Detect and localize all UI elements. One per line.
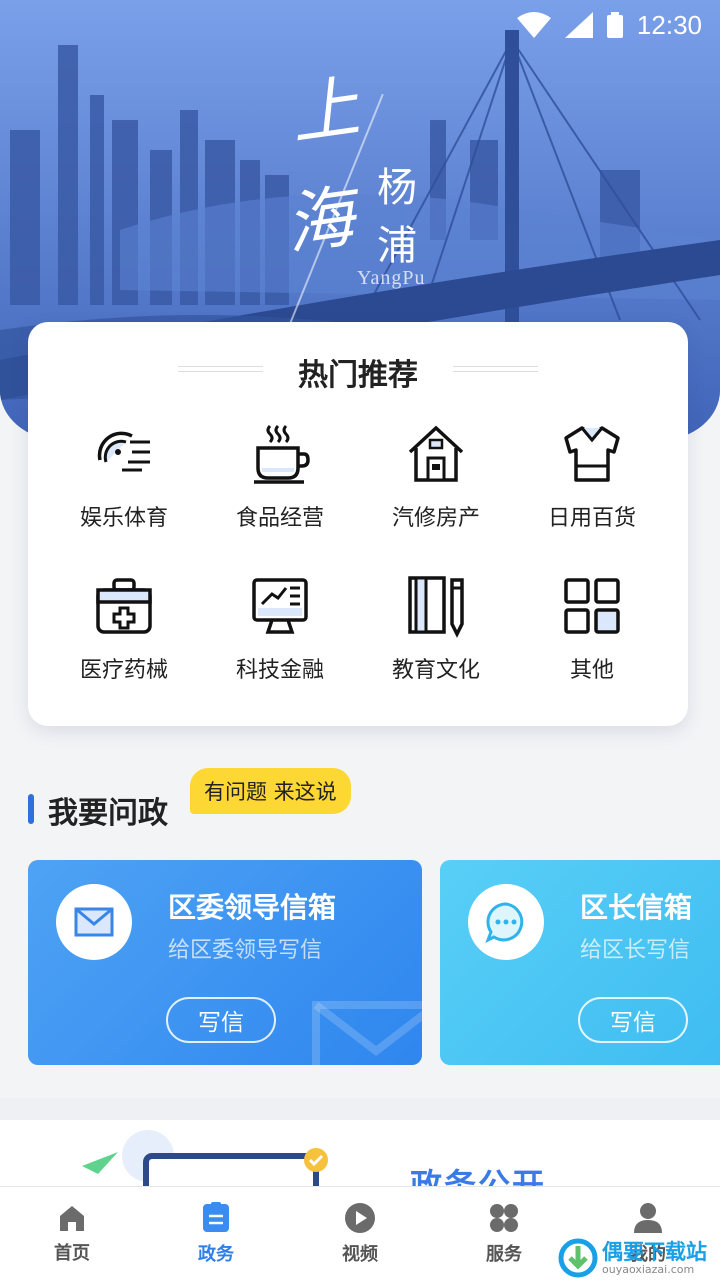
shirt-icon bbox=[564, 426, 620, 482]
category-other[interactable]: 其他 bbox=[514, 574, 670, 684]
tab-services[interactable]: 服务 bbox=[432, 1187, 576, 1280]
user-icon bbox=[634, 1202, 662, 1233]
tab-video[interactable]: 视频 bbox=[288, 1187, 432, 1280]
hot-recommend-title: 热门推荐 bbox=[298, 358, 418, 393]
watermark-logo-icon bbox=[558, 1238, 598, 1278]
mailbox-title: 区长信箱 bbox=[580, 891, 693, 924]
grid-icon bbox=[564, 578, 620, 634]
category-daily[interactable]: 日用百货 bbox=[514, 422, 670, 532]
site-watermark: 偶要下载站 ouyaoxiazai.com bbox=[558, 1236, 716, 1280]
book-pencil-icon bbox=[408, 576, 464, 638]
tab-home[interactable]: 首页 bbox=[0, 1187, 144, 1280]
watermark-text: 偶要下载站 bbox=[602, 1239, 707, 1264]
category-label: 汽修房产 bbox=[391, 506, 480, 531]
play-icon bbox=[345, 1202, 375, 1233]
watermark-url: ouyaoxiazai.com bbox=[602, 1262, 695, 1276]
home-icon bbox=[60, 1205, 84, 1231]
wifi-icon bbox=[516, 12, 551, 38]
write-letter-button[interactable]: 写信 bbox=[578, 997, 688, 1043]
chat-icon-circle bbox=[468, 884, 544, 960]
chat-bubble-icon bbox=[485, 902, 524, 943]
services-icon bbox=[490, 1203, 518, 1232]
tab-label: 服务 bbox=[486, 1243, 522, 1265]
section-title: 我要问政 bbox=[48, 796, 168, 831]
signal-icon bbox=[564, 12, 593, 38]
category-label: 食品经营 bbox=[235, 506, 324, 531]
category-label: 医疗药械 bbox=[79, 658, 168, 683]
category-education[interactable]: 教育文化 bbox=[358, 574, 514, 684]
category-tech-finance[interactable]: 科技金融 bbox=[202, 574, 358, 684]
hot-recommend-card: 热门推荐 娱乐体育 食品经营 汽修房产 日用百货 医疗药械 科技金融 教育文化 … bbox=[28, 322, 688, 726]
envelope-icon-circle bbox=[56, 884, 132, 960]
mailbox-title: 区委领导信箱 bbox=[168, 891, 337, 924]
category-sports[interactable]: 娱乐体育 bbox=[46, 422, 202, 532]
wenzheng-header: 我要问政 有问题 来这说 bbox=[28, 768, 688, 831]
tab-label: 视频 bbox=[342, 1243, 378, 1265]
mailbox-subtitle: 给区长写信 bbox=[580, 938, 691, 963]
category-label: 科技金融 bbox=[235, 658, 324, 683]
tab-government[interactable]: 政务 bbox=[144, 1187, 288, 1280]
status-bar: 12:30 bbox=[516, 0, 720, 50]
medical-kit-icon bbox=[96, 578, 152, 634]
category-medical[interactable]: 医疗药械 bbox=[46, 574, 202, 684]
category-label: 教育文化 bbox=[391, 658, 480, 683]
section-accent-bar bbox=[28, 794, 34, 824]
gov-open-illustration bbox=[82, 1130, 328, 1190]
category-label: 日用百货 bbox=[547, 506, 636, 531]
sports-ball-icon bbox=[97, 431, 150, 472]
section-divider bbox=[0, 1098, 720, 1120]
mailbox-carousel[interactable]: 区委领导信箱 给区委领导写信 写信 区长信箱 给区长写信 写信 bbox=[28, 860, 720, 1065]
gov-open-banner[interactable]: 政务公开 bbox=[0, 1120, 720, 1190]
status-time: 12:30 bbox=[636, 9, 702, 40]
tab-label: 政务 bbox=[198, 1243, 234, 1265]
mailbox-card-mayor[interactable]: 区长信箱 给区长写信 写信 bbox=[440, 860, 720, 1065]
tab-label: 首页 bbox=[54, 1242, 90, 1264]
category-auto-house[interactable]: 汽修房产 bbox=[358, 422, 514, 532]
category-label: 其他 bbox=[569, 658, 614, 683]
hot-category-grid: 娱乐体育 食品经营 汽修房产 日用百货 医疗药械 科技金融 教育文化 其他 bbox=[46, 422, 670, 684]
section-tag-bubble: 有问题 来这说 bbox=[190, 768, 351, 814]
document-icon bbox=[203, 1201, 229, 1232]
envelope-icon bbox=[74, 907, 114, 937]
envelope-decoration-icon bbox=[312, 1001, 422, 1065]
house-icon bbox=[408, 425, 464, 482]
coffee-cup-icon bbox=[254, 424, 310, 484]
monitor-chart-icon bbox=[252, 578, 308, 634]
category-food[interactable]: 食品经营 bbox=[202, 422, 358, 532]
category-label: 娱乐体育 bbox=[79, 506, 168, 531]
mailbox-card-committee[interactable]: 区委领导信箱 给区委领导写信 写信 bbox=[28, 860, 422, 1065]
write-letter-button[interactable]: 写信 bbox=[166, 997, 276, 1043]
mailbox-subtitle: 给区委领导写信 bbox=[168, 938, 323, 963]
battery-icon bbox=[606, 12, 623, 38]
title-divider-right bbox=[453, 366, 538, 372]
